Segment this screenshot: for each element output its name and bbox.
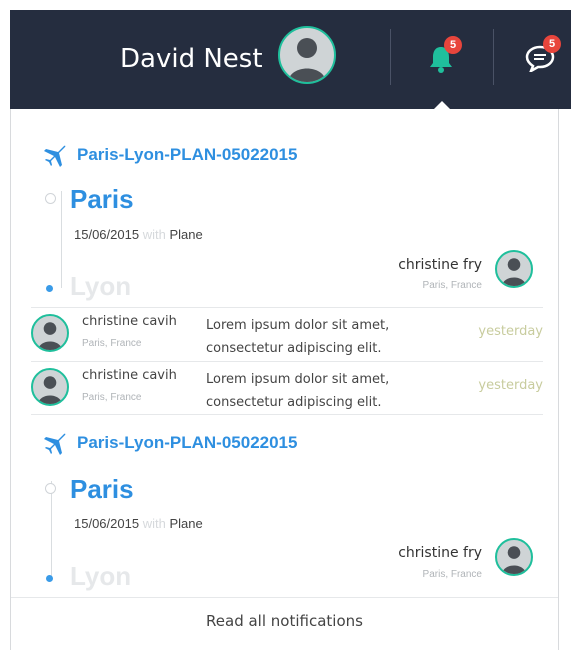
notification-time: yesterday [478,324,543,339]
traveler-location: Paris, France [422,280,482,291]
notification-message: Lorem ipsum dolor sit amet, consectetur … [206,318,390,356]
avatar-silhouette-icon [502,258,526,286]
messages-badge: 5 [543,35,561,53]
notification-sender: christine cavih [82,368,177,383]
trip-timeline [61,191,62,288]
notification-sender: christine cavih [82,314,177,329]
trip-date: 15/06/2015 with Plane [74,227,203,242]
header-divider [390,29,391,85]
dropdown-caret [434,101,450,109]
origin-dot [45,193,56,204]
notification-time: yesterday [478,378,543,393]
avatar-silhouette-icon [38,376,62,404]
airplane-icon [44,145,66,167]
notification-avatar [31,314,69,352]
trip-header[interactable]: Paris-Lyon-PLAN-05022015 [43,143,297,167]
messages-button[interactable]: 5 [525,35,565,80]
panel-footer: Read all notifications [11,597,558,651]
list-divider [31,414,543,415]
trip-timeline [51,481,52,578]
traveler-name: christine fry [398,257,482,273]
avatar-silhouette-icon [288,38,326,82]
avatar-silhouette-icon [38,322,62,350]
trip-destination: Lyon [70,271,132,301]
trip-origin: Paris [70,184,134,214]
notification-location: Paris, France [82,392,142,403]
header-divider [493,29,494,85]
notification-item[interactable]: christine cavih Paris, France Lorem ipsu… [31,307,543,360]
notification-location: Paris, France [82,338,142,349]
notification-avatar [31,368,69,406]
destination-dot [46,285,53,292]
notifications-badge: 5 [444,36,462,54]
traveler-name: christine fry [398,545,482,561]
trip-origin: Paris [70,474,134,504]
notification-message: Lorem ipsum dolor sit amet, consectetur … [206,372,390,410]
trip-date: 15/06/2015 with Plane [74,516,203,531]
trip-title: Paris-Lyon-PLAN-05022015 [77,433,298,452]
avatar-silhouette-icon [502,546,526,574]
trip-title: Paris-Lyon-PLAN-05022015 [77,145,298,164]
notification-item[interactable]: christine cavih Paris, France Lorem ipsu… [31,361,543,414]
destination-dot [46,575,53,582]
traveler-location: Paris, France [422,569,482,580]
read-all-notifications-link[interactable]: Read all notifications [11,612,558,630]
notifications-panel: Paris-Lyon-PLAN-05022015 Paris 15/06/201… [10,109,559,650]
origin-dot [45,483,56,494]
user-avatar[interactable] [278,26,336,84]
trip-header[interactable]: Paris-Lyon-PLAN-05022015 [43,431,297,455]
trip-destination: Lyon [70,561,132,591]
notifications-button[interactable]: 5 [428,36,464,81]
user-name[interactable]: David Nest [120,44,263,74]
traveler-avatar[interactable] [495,538,533,576]
traveler-avatar[interactable] [495,250,533,288]
airplane-icon [44,433,66,455]
